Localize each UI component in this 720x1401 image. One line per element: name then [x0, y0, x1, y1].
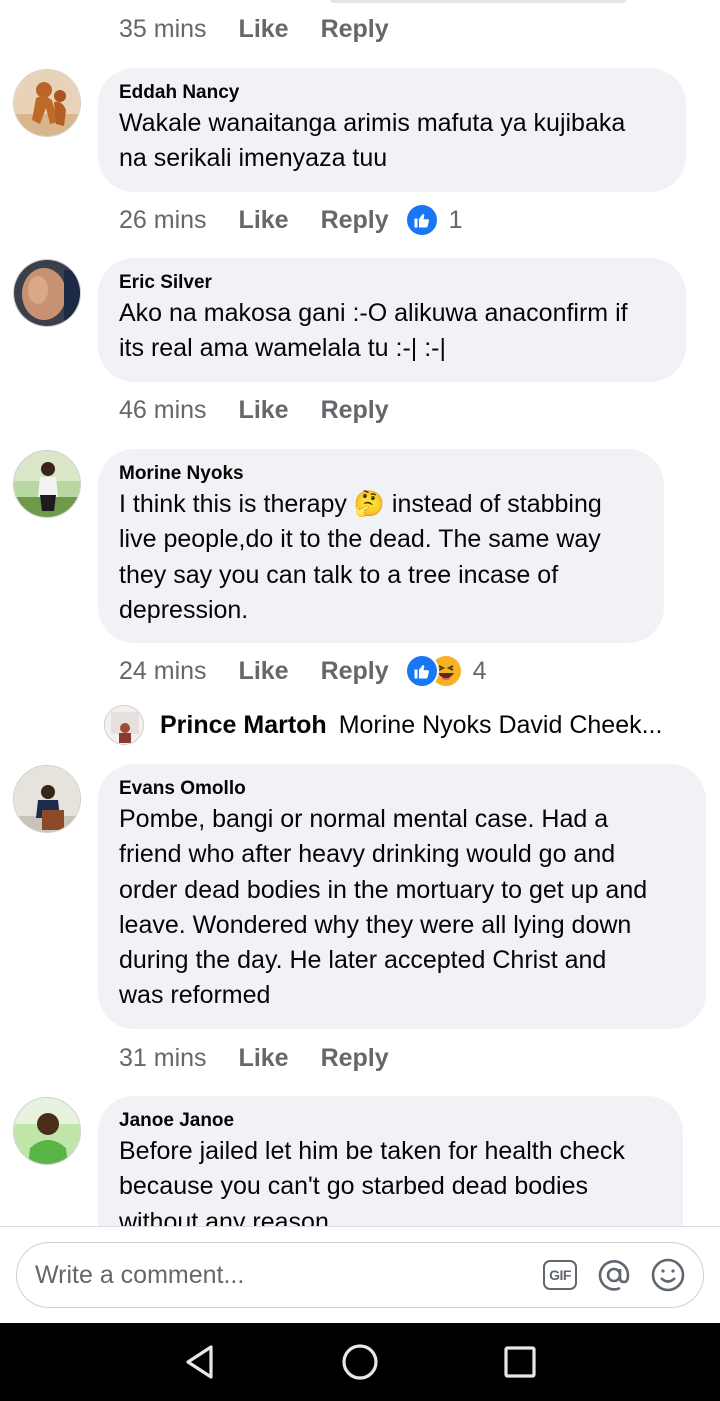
- recents-icon[interactable]: [490, 1332, 550, 1392]
- like-button[interactable]: Like: [239, 15, 289, 44]
- comment-author[interactable]: Eddah Nancy: [119, 82, 665, 104]
- comment-author[interactable]: Evans Omollo: [119, 778, 685, 800]
- comment-text: Pombe, bangi or normal mental case. Had …: [119, 805, 648, 1010]
- comment-author[interactable]: Morine Nyoks: [119, 463, 643, 485]
- like-button[interactable]: Like: [239, 396, 289, 425]
- comment-author[interactable]: Janoe Janoe: [119, 1110, 662, 1132]
- like-button[interactable]: Like: [239, 657, 289, 686]
- reaction-summary[interactable]: 4: [404, 654, 487, 688]
- comment-time: 46 mins: [119, 395, 207, 424]
- comment-composer-bar: Write a comment... GIF: [0, 1226, 720, 1323]
- avatar[interactable]: [13, 1097, 81, 1165]
- comment-meta-row: 35 mins Like Reply: [119, 9, 405, 49]
- reaction-summary[interactable]: 1: [404, 203, 463, 237]
- comment-time: 31 mins: [119, 1043, 207, 1072]
- reply-button[interactable]: Reply: [321, 396, 389, 425]
- home-icon[interactable]: [330, 1332, 390, 1392]
- thinking-emoji-icon: 🤔: [353, 490, 385, 518]
- comments-feed[interactable]: 35 mins Like Reply Eddah Nancy Wakale wa…: [0, 0, 720, 1226]
- comment-bubble: Eric Silver Ako na makosa gani :-O aliku…: [98, 258, 686, 382]
- comment-text: Before jailed let him be taken for healt…: [119, 1137, 625, 1226]
- comment-author[interactable]: Eric Silver: [119, 272, 665, 294]
- comment-text: Wakale wanaitanga arimis mafuta ya kujib…: [119, 109, 626, 173]
- reply-button[interactable]: Reply: [321, 206, 389, 235]
- reply-button[interactable]: Reply: [321, 657, 389, 686]
- smiley-icon[interactable]: [649, 1256, 687, 1294]
- reaction-count: 4: [472, 656, 487, 685]
- comment-input[interactable]: Write a comment... GIF: [16, 1242, 704, 1308]
- gif-icon[interactable]: GIF: [541, 1256, 579, 1294]
- reply-button[interactable]: Reply: [321, 15, 389, 44]
- system-navigation-bar: [0, 1323, 720, 1401]
- comment-meta-row: 26 mins Like Reply 1: [119, 200, 463, 240]
- at-icon[interactable]: [595, 1256, 633, 1294]
- avatar[interactable]: [13, 450, 81, 518]
- like-button[interactable]: Like: [239, 1044, 289, 1073]
- like-reaction-icon: [404, 654, 439, 688]
- reply-author[interactable]: Prince Martoh: [160, 711, 327, 740]
- comment-meta-row: 24 mins Like Reply 4: [119, 651, 487, 691]
- comment-time: 35 mins: [119, 14, 207, 43]
- comment-bubble: Morine Nyoks I think this is therapy 🤔 i…: [98, 449, 664, 643]
- comment-text: Ako na makosa gani :-O alikuwa anaconfir…: [119, 299, 628, 363]
- comment-bubble: Eddah Nancy Wakale wanaitanga arimis maf…: [98, 68, 686, 192]
- comment-input-placeholder[interactable]: Write a comment...: [35, 1261, 541, 1290]
- back-icon[interactable]: [170, 1332, 230, 1392]
- avatar[interactable]: [13, 69, 81, 137]
- like-reaction-icon: [404, 203, 439, 237]
- comment-bubble: Evans Omollo Pombe, bangi or normal ment…: [98, 764, 706, 1029]
- reply-button[interactable]: Reply: [321, 1044, 389, 1073]
- reply-text: Morine Nyoks David Cheek...: [338, 710, 663, 739]
- comment-time: 26 mins: [119, 205, 207, 234]
- avatar: [104, 705, 144, 745]
- like-button[interactable]: Like: [239, 206, 289, 235]
- reply-preview[interactable]: Prince Martoh Morine Nyoks David Cheek..…: [104, 704, 662, 746]
- comment-bubble: Janoe Janoe Before jailed let him be tak…: [98, 1096, 683, 1226]
- reaction-count: 1: [448, 205, 463, 234]
- comment-text: I think this is therapy 🤔 instead of sta…: [119, 490, 602, 624]
- comment-time: 24 mins: [119, 656, 207, 685]
- comment-meta-row: 31 mins Like Reply: [119, 1038, 405, 1078]
- previous-comment-bubble-edge: [330, 0, 626, 3]
- avatar[interactable]: [13, 765, 81, 833]
- comment-meta-row: 46 mins Like Reply: [119, 390, 405, 430]
- avatar[interactable]: [13, 259, 81, 327]
